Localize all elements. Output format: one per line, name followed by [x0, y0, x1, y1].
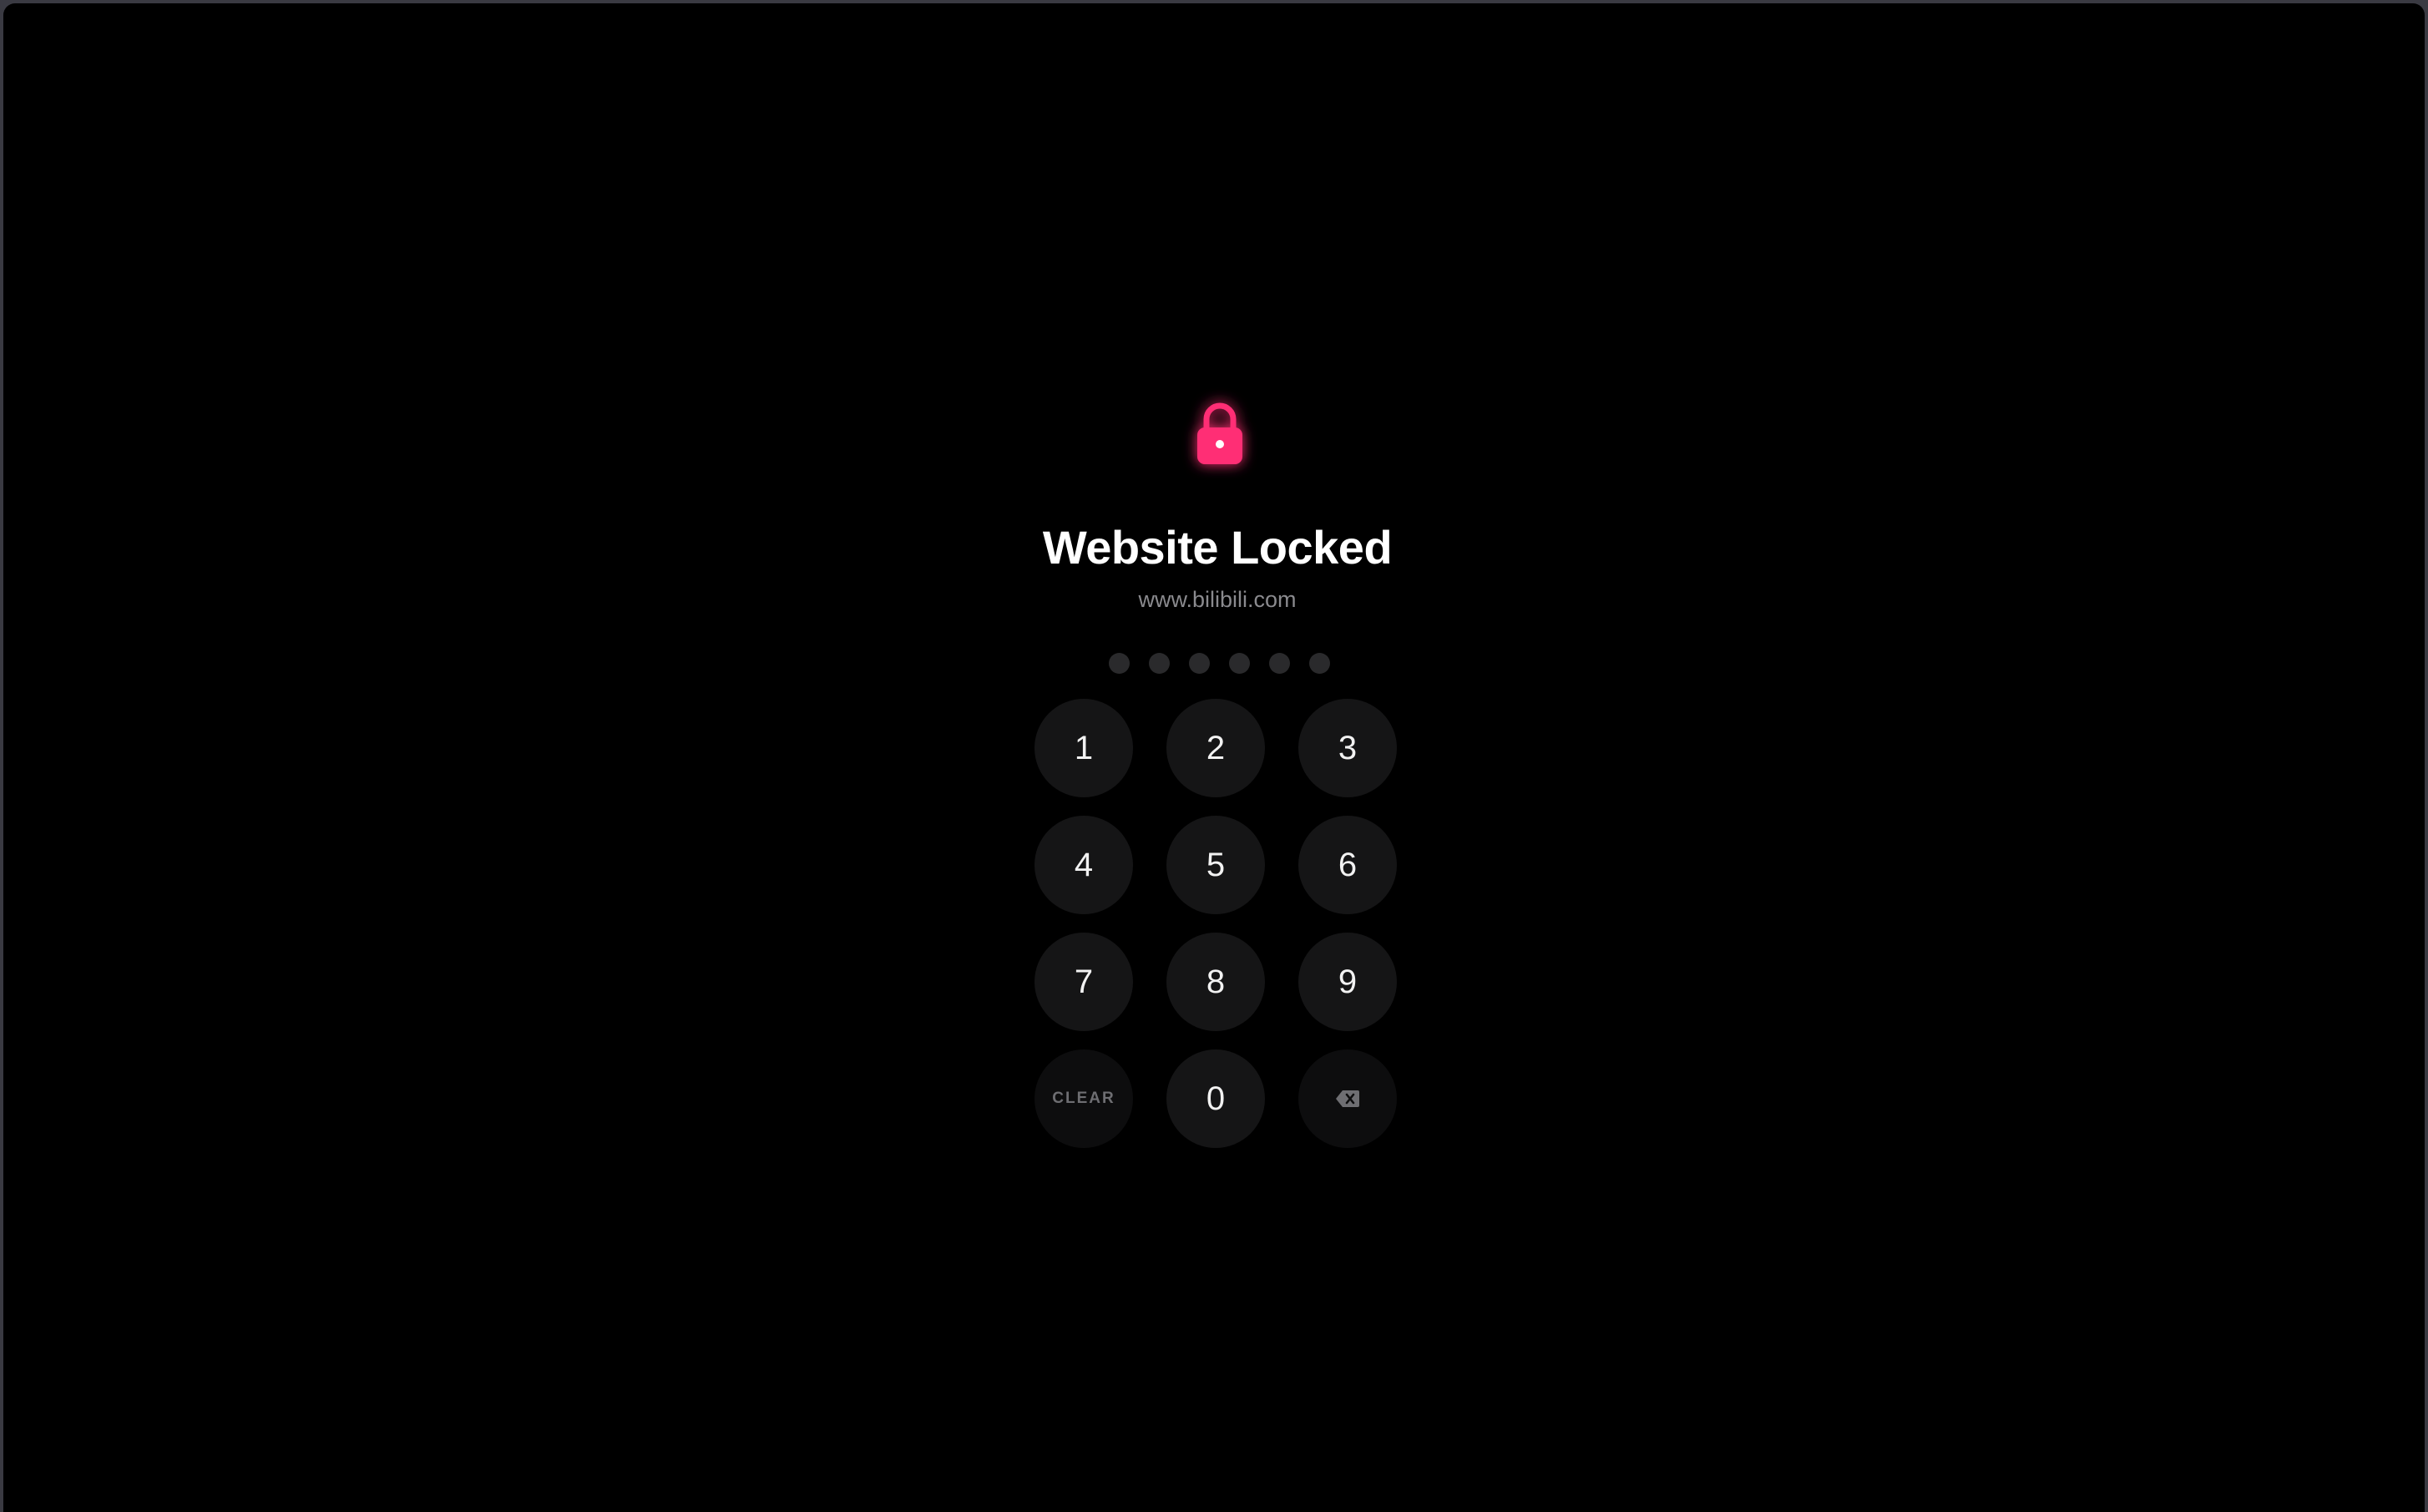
key-2[interactable]: 2 [1166, 699, 1265, 797]
key-7[interactable]: 7 [1034, 933, 1133, 1031]
page-title: Website Locked [1042, 521, 1393, 574]
passcode-dot [1109, 653, 1130, 674]
lock-screen-window: Website Locked www.bilibili.com 1 2 3 4 … [3, 3, 2425, 1512]
passcode-dot [1149, 653, 1170, 674]
key-5[interactable]: 5 [1166, 816, 1265, 914]
backspace-icon [1336, 1090, 1359, 1107]
passcode-dot [1269, 653, 1290, 674]
key-8[interactable]: 8 [1166, 933, 1265, 1031]
key-3[interactable]: 3 [1298, 699, 1397, 797]
lock-icon [1181, 394, 1259, 473]
key-1[interactable]: 1 [1034, 699, 1133, 797]
passcode-keypad: 1 2 3 4 5 6 7 8 9 CLEAR 0 [1034, 699, 1399, 1150]
passcode-dot [1309, 653, 1330, 674]
passcode-indicator [1109, 653, 1334, 675]
passcode-dot [1229, 653, 1250, 674]
passcode-dot [1189, 653, 1210, 674]
key-0[interactable]: 0 [1166, 1049, 1265, 1148]
backspace-button[interactable] [1298, 1049, 1397, 1148]
key-6[interactable]: 6 [1298, 816, 1397, 914]
key-4[interactable]: 4 [1034, 816, 1133, 914]
locked-domain: www.bilibili.com [1138, 587, 1297, 612]
clear-button[interactable]: CLEAR [1034, 1049, 1133, 1148]
key-9[interactable]: 9 [1298, 933, 1397, 1031]
